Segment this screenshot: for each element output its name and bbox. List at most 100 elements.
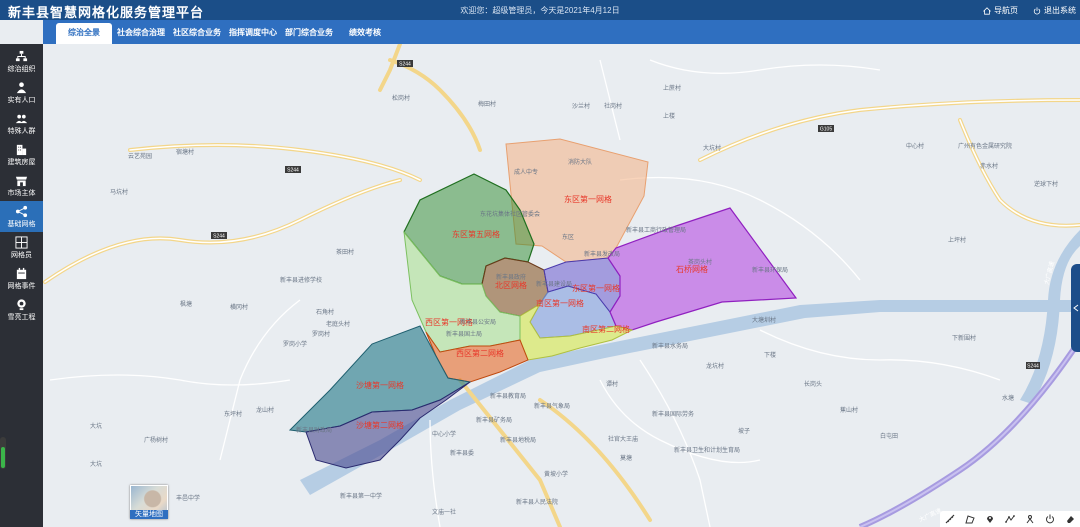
sidebar-item-special-people[interactable]: 特殊人群 bbox=[0, 110, 43, 136]
measure-area-tool[interactable] bbox=[964, 513, 976, 525]
grid-label: 北区网格 bbox=[495, 280, 527, 290]
place-label: 松岗村 bbox=[392, 94, 410, 102]
sidebar-item-population[interactable]: 实有人口 bbox=[0, 79, 43, 105]
vector-map-label[interactable]: 矢量地图 bbox=[130, 510, 168, 519]
sidebar-item-market[interactable]: 市场主体 bbox=[0, 172, 43, 198]
place-label: 中心村 bbox=[906, 142, 924, 150]
market-icon bbox=[15, 176, 28, 187]
person-point-icon bbox=[1026, 515, 1034, 524]
main-nav-tabs: 综治全景 社会综合治理 社区综合业务 指挥调度中心 部门综合业务 绩效考核 bbox=[43, 20, 1080, 44]
place-label: 茶岗头村 bbox=[688, 258, 712, 266]
eraser-icon bbox=[1067, 516, 1074, 523]
place-label: 莫塘 bbox=[620, 454, 632, 462]
road-label: S244 bbox=[1027, 364, 1039, 370]
place-label: 新丰县地税局 bbox=[500, 436, 536, 444]
place-label: 新丰县委 bbox=[450, 449, 474, 457]
ruler-icon bbox=[945, 514, 955, 524]
place-label: 大塘圳村 bbox=[752, 316, 776, 324]
place-label: 新丰县发改局 bbox=[584, 250, 620, 258]
place-label: 云艺苑园 bbox=[128, 152, 152, 160]
place-label: 老庭头村 bbox=[326, 320, 350, 328]
sidebar-item-buildings[interactable]: 建筑房屋 bbox=[0, 141, 43, 167]
place-label: 新丰县第一中学 bbox=[340, 492, 382, 500]
draw-line-tool[interactable] bbox=[1004, 513, 1016, 525]
sidebar-item-grid-staff[interactable]: 网格员 bbox=[0, 234, 43, 260]
tab-performance[interactable]: 绩效考核 bbox=[343, 20, 387, 44]
measure-distance-tool[interactable] bbox=[944, 513, 956, 525]
place-label: 上蔗村 bbox=[663, 84, 681, 92]
grid-staff-icon bbox=[15, 236, 28, 249]
place-label: 广州有色金属研究院 bbox=[958, 142, 1012, 150]
place-label: 沙兰村 bbox=[572, 102, 590, 110]
left-sidebar: 综治组织 实有人口 特殊人群 建筑房屋 市场主体 基础网格 网格员 网格事件 雪… bbox=[0, 44, 43, 527]
sidebar-item-label: 建筑房屋 bbox=[7, 159, 36, 166]
draw-point-tool[interactable] bbox=[1024, 513, 1036, 525]
place-label: 上楼 bbox=[663, 112, 675, 120]
power-icon bbox=[1033, 6, 1041, 14]
grid-label: 沙塘第一网格 bbox=[356, 380, 404, 390]
map-toolbar bbox=[940, 511, 1080, 527]
place-label: 黄坡小学 bbox=[544, 470, 568, 478]
grid-label: 东区第一网格 bbox=[572, 283, 620, 293]
place-label: 龙坑村 bbox=[706, 362, 724, 370]
reset-tool[interactable] bbox=[1044, 513, 1056, 525]
grid-map[interactable]: S244 S244 G105 S244 大广高速 大广高速 S244 东区第一网… bbox=[43, 44, 1080, 527]
population-icon bbox=[16, 82, 27, 94]
sidebar-item-label: 网格事件 bbox=[7, 283, 36, 290]
locate-tool[interactable] bbox=[984, 513, 996, 525]
tab-command-center[interactable]: 指挥调度中心 bbox=[227, 20, 279, 44]
zoom-slider-fill bbox=[1, 447, 5, 468]
place-label: 梅田村 bbox=[478, 100, 496, 108]
place-label: 成人中专 bbox=[514, 168, 538, 176]
org-icon bbox=[15, 50, 28, 62]
tab-overview[interactable]: 综治全景 bbox=[56, 23, 112, 44]
top-bar: 新丰县智慧网格化服务管理平台 欢迎您：超级管理员，今天是2021年4月12日 导… bbox=[0, 0, 1080, 20]
road-label: S244 bbox=[399, 62, 411, 68]
place-label: 新丰县人民法院 bbox=[516, 498, 558, 506]
road-label: G105 bbox=[820, 127, 832, 133]
place-label: 水塘 bbox=[1002, 394, 1014, 402]
place-label: 大坑村 bbox=[703, 144, 721, 152]
place-label: 东坪村 bbox=[224, 410, 242, 418]
polyline-icon bbox=[1005, 515, 1015, 523]
place-label: 新丰县教育局 bbox=[490, 392, 526, 400]
sidebar-item-label: 市场主体 bbox=[7, 190, 36, 197]
right-panel-toggle[interactable] bbox=[1071, 264, 1080, 352]
place-label: 新丰县政府 bbox=[496, 273, 526, 281]
sidebar-item-grid-events[interactable]: 网格事件 bbox=[0, 265, 43, 291]
clear-tool[interactable] bbox=[1064, 513, 1076, 525]
logout-button[interactable]: 退出系统 bbox=[1033, 5, 1076, 16]
place-label: 东区 bbox=[562, 233, 574, 241]
place-label: 新丰县气象局 bbox=[534, 402, 570, 410]
place-label: 罗岗村 bbox=[312, 330, 330, 338]
place-label: 新丰县进修学校 bbox=[280, 276, 322, 284]
place-label: 新丰县财政局 bbox=[296, 426, 332, 434]
place-label: 大坑 bbox=[90, 460, 102, 468]
sidebar-item-label: 实有人口 bbox=[7, 97, 36, 104]
grid-label: 南区第一网格 bbox=[536, 298, 584, 308]
sidebar-item-label: 基础网格 bbox=[7, 221, 36, 228]
sidebar-item-sharp-eyes[interactable]: 雪亮工程 bbox=[0, 296, 43, 322]
sidebar-item-label: 网格员 bbox=[11, 252, 32, 259]
tab-community-business[interactable]: 社区综合业务 bbox=[171, 20, 223, 44]
place-label: 丰邑中学 bbox=[176, 494, 200, 502]
place-label: 新丰县工商行政管理局 bbox=[626, 226, 686, 234]
place-label: 上坪村 bbox=[948, 236, 966, 244]
place-label: 宿塘村 bbox=[176, 148, 194, 156]
place-label: 蕉山村 bbox=[840, 406, 858, 414]
sidebar-item-organization[interactable]: 综治组织 bbox=[0, 48, 43, 74]
grid-icon bbox=[15, 205, 28, 218]
place-label: 下楼 bbox=[764, 351, 776, 359]
sidebar-item-label: 雪亮工程 bbox=[7, 314, 36, 321]
place-label: 社官大王庙 bbox=[608, 435, 638, 443]
special-people-icon bbox=[15, 114, 28, 124]
zoom-slider[interactable] bbox=[0, 437, 6, 469]
grid-label: 沙塘第二网格 bbox=[356, 420, 404, 430]
camera-icon bbox=[17, 299, 26, 311]
sidebar-item-basic-grid[interactable]: 基础网格 bbox=[0, 201, 43, 232]
tab-department-business[interactable]: 部门综合业务 bbox=[283, 20, 335, 44]
tab-social-governance[interactable]: 社会综合治理 bbox=[115, 20, 167, 44]
road-label: S244 bbox=[287, 168, 299, 174]
nav-page-button[interactable]: 导航页 bbox=[983, 5, 1018, 16]
place-label: 罗岗小学 bbox=[283, 340, 307, 348]
